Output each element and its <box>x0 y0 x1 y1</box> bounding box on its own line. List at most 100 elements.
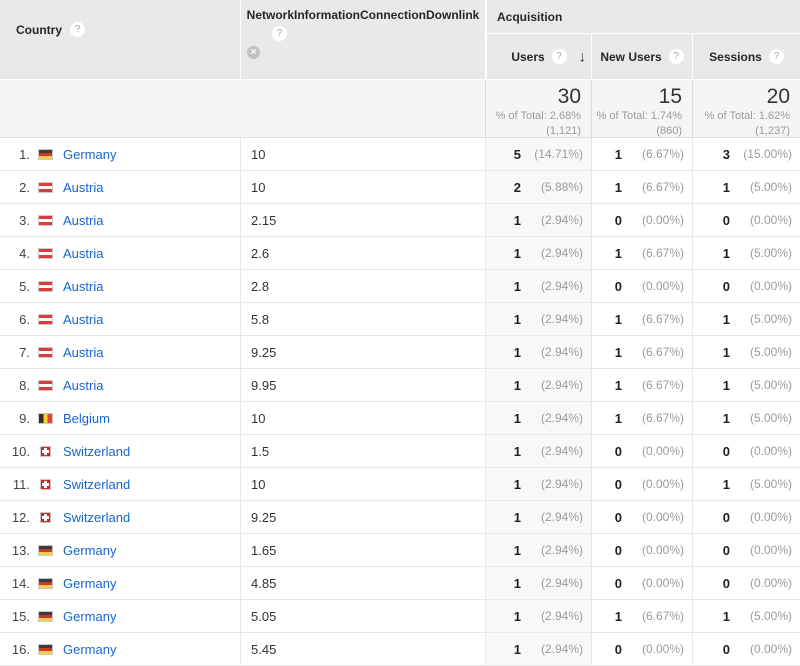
country-cell: 6. Austria <box>0 303 240 335</box>
new-users-value: 0 <box>614 278 622 294</box>
new-users-value: 0 <box>614 443 622 459</box>
sessions-value: 1 <box>722 311 730 327</box>
network-downlink-value: 2.6 <box>240 237 485 269</box>
sessions-value: 0 <box>722 575 730 591</box>
country-link[interactable]: Germany <box>63 543 116 558</box>
country-flag-icon <box>38 148 53 160</box>
country-header-label: Country <box>16 22 62 37</box>
network-downlink-value: 9.25 <box>240 501 485 533</box>
country-link[interactable]: Austria <box>63 312 103 327</box>
country-link[interactable]: Austria <box>63 180 103 195</box>
remove-column-icon[interactable]: × <box>247 46 260 59</box>
users-value: 1 <box>513 641 521 657</box>
row-index: 4. <box>19 245 30 261</box>
sessions-cell: 1 (5.00%) <box>692 336 800 368</box>
country-cell: 5. Austria <box>0 270 240 302</box>
row-index: 14. <box>11 575 30 591</box>
users-value: 1 <box>513 410 521 426</box>
help-icon[interactable]: ? <box>70 22 85 37</box>
new-users-cell: 0 (0.00%) <box>591 501 692 533</box>
sessions-value: 1 <box>722 377 730 393</box>
sessions-percent: (0.00%) <box>749 642 792 656</box>
country-link[interactable]: Austria <box>63 279 103 294</box>
users-percent: (2.94%) <box>540 213 583 227</box>
new-users-cell: 0 (0.00%) <box>591 567 692 599</box>
help-icon[interactable]: ? <box>272 26 287 41</box>
summary-new-users: 15 % of Total: 1.74% (860) <box>591 80 692 137</box>
new-users-header-label: New Users <box>600 49 662 64</box>
table-row: 6. Austria 5.8 1 (2.94%) 1 (6.67%) 1 (5.… <box>0 303 800 336</box>
users-value: 1 <box>513 575 521 591</box>
table-row: 16. Germany 5.45 1 (2.94%) 0 (0.00%) 0 (… <box>0 633 800 666</box>
country-flag-icon <box>38 346 53 358</box>
country-cell: 7. Austria <box>0 336 240 368</box>
users-value: 1 <box>513 509 521 525</box>
country-link[interactable]: Belgium <box>63 411 110 426</box>
sessions-cell: 0 (0.00%) <box>692 270 800 302</box>
new-users-cell: 1 (6.67%) <box>591 336 692 368</box>
country-link[interactable]: Switzerland <box>63 510 130 525</box>
help-icon[interactable]: ? <box>668 49 684 64</box>
new-users-total-value: 15 <box>658 85 682 108</box>
users-percent: (14.71%) <box>534 147 583 161</box>
new-users-percent: (0.00%) <box>641 576 684 590</box>
users-percent: (2.94%) <box>540 345 583 359</box>
column-header-country[interactable]: Country ? <box>0 0 240 79</box>
row-index: 8. <box>19 377 30 393</box>
new-users-cell: 0 (0.00%) <box>591 435 692 467</box>
new-users-percent: (0.00%) <box>641 510 684 524</box>
country-link[interactable]: Switzerland <box>63 477 130 492</box>
country-link[interactable]: Austria <box>63 213 103 228</box>
users-percent: (2.94%) <box>540 378 583 392</box>
network-downlink-value: 2.15 <box>240 204 485 236</box>
users-cell: 1 (2.94%) <box>485 336 591 368</box>
help-icon[interactable]: ? <box>768 49 784 64</box>
users-cell: 1 (2.94%) <box>485 435 591 467</box>
table-row: 14. Germany 4.85 1 (2.94%) 0 (0.00%) 0 (… <box>0 567 800 600</box>
users-percent: (2.94%) <box>540 543 583 557</box>
country-cell: 13. Germany <box>0 534 240 566</box>
users-percent: (2.94%) <box>540 279 583 293</box>
users-cell: 1 (2.94%) <box>485 204 591 236</box>
column-header-network-downlink[interactable]: NetworkInformationConnectionDownlink ? × <box>240 0 485 79</box>
country-cell: 15. Germany <box>0 600 240 632</box>
sessions-percent: (5.00%) <box>749 246 792 260</box>
sessions-value: 1 <box>722 344 730 360</box>
sessions-cell: 1 (5.00%) <box>692 303 800 335</box>
acquisition-header-group: Acquisition Users ? ↓ New Users ? Sessio… <box>485 0 800 79</box>
sessions-cell: 0 (0.00%) <box>692 633 800 665</box>
table-row: 1. Germany 10 5 (14.71%) 1 (6.67%) 3 (15… <box>0 138 800 171</box>
network-downlink-value: 5.8 <box>240 303 485 335</box>
country-link[interactable]: Germany <box>63 609 116 624</box>
country-flag-icon <box>38 214 53 226</box>
country-link[interactable]: Germany <box>63 576 116 591</box>
column-header-users[interactable]: Users ? ↓ <box>487 34 591 79</box>
country-link[interactable]: Germany <box>63 147 116 162</box>
sessions-percent: (5.00%) <box>749 378 792 392</box>
users-value: 1 <box>513 344 521 360</box>
column-header-new-users[interactable]: New Users ? <box>591 34 692 79</box>
column-header-sessions[interactable]: Sessions ? <box>692 34 800 79</box>
new-users-value: 0 <box>614 641 622 657</box>
users-value: 1 <box>513 311 521 327</box>
country-link[interactable]: Austria <box>63 378 103 393</box>
sessions-percent: (0.00%) <box>749 279 792 293</box>
country-link[interactable]: Switzerland <box>63 444 130 459</box>
network-downlink-value: 10 <box>240 171 485 203</box>
sessions-value: 1 <box>722 476 730 492</box>
network-downlink-value: 10 <box>240 402 485 434</box>
new-users-value: 1 <box>614 146 622 162</box>
new-users-percent: (0.00%) <box>641 213 684 227</box>
help-icon[interactable]: ? <box>551 49 567 64</box>
country-link[interactable]: Austria <box>63 345 103 360</box>
users-value: 2 <box>513 179 521 195</box>
country-cell: 11. Switzerland <box>0 468 240 500</box>
country-link[interactable]: Germany <box>63 642 116 657</box>
new-users-grand-total: (860) <box>656 124 682 137</box>
table-row: 10. Switzerland 1.5 1 (2.94%) 0 (0.00%) … <box>0 435 800 468</box>
users-percent: (2.94%) <box>540 444 583 458</box>
country-flag-icon <box>40 478 51 490</box>
new-users-value: 1 <box>614 410 622 426</box>
users-cell: 1 (2.94%) <box>485 270 591 302</box>
country-link[interactable]: Austria <box>63 246 103 261</box>
